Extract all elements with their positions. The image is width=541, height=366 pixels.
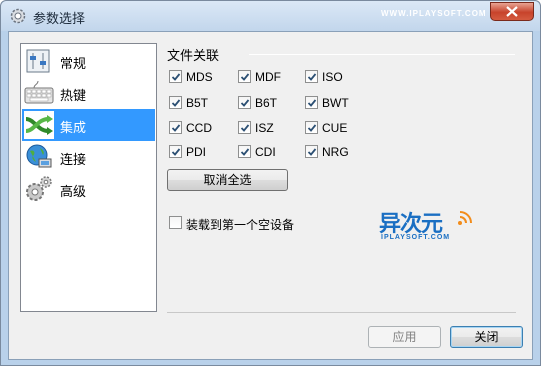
checkbox-label: B5T: [186, 96, 209, 110]
network-globe-icon: [26, 144, 52, 168]
sidebar-item-advanced[interactable]: 高级: [22, 173, 155, 205]
gears-icon: [26, 176, 52, 201]
integration-arrows-icon: [24, 111, 54, 139]
deselect-all-button[interactable]: 取消全选: [167, 169, 288, 191]
checkmark-icon: [240, 73, 250, 81]
checkbox-box[interactable]: [238, 70, 251, 83]
checkbox-label: MDF: [255, 70, 281, 84]
sidebar-item-general[interactable]: 常规: [22, 45, 155, 77]
checkbox-box[interactable]: [305, 121, 318, 134]
checkbox-label: B6T: [255, 96, 278, 110]
app-gear-icon: [10, 8, 26, 24]
title-bar[interactable]: 参数选择 WWW.IPLAYSOFT.COM: [1, 1, 540, 31]
checkbox-box[interactable]: [238, 121, 251, 134]
checkbox-label: MDS: [186, 70, 213, 84]
group-divider: [249, 54, 515, 55]
sidebar-item-connection[interactable]: 连接: [22, 141, 155, 173]
checkbox-box[interactable]: [169, 145, 182, 158]
checkmark-icon: [171, 148, 181, 156]
checkmark-icon: [171, 124, 181, 132]
sidebar-item-label: 集成: [60, 121, 87, 136]
checkmark-icon: [307, 148, 317, 156]
sidebar-item-integration[interactable]: 集成: [22, 109, 155, 141]
sidebar-item-label: 连接: [60, 153, 87, 168]
window-close-button[interactable]: [490, 2, 534, 21]
sidebar-item-label: 热键: [60, 89, 87, 104]
checkbox-box[interactable]: [169, 70, 182, 83]
checkmark-icon: [307, 124, 317, 132]
sidebar-item-label: 常规: [60, 57, 87, 72]
checkbox-box[interactable]: [305, 96, 318, 109]
checkbox-label: NRG: [322, 145, 349, 159]
dialog-client-area: 常规 热键 集成 连接 高级 文件关联 MDS MDF ISO B5T B6T …: [8, 31, 533, 360]
checkbox-box[interactable]: [238, 145, 251, 158]
checkbox-label: BWT: [322, 96, 349, 110]
wifi-signal-icon: [458, 211, 472, 225]
checkmark-icon: [240, 99, 250, 107]
preferences-window: 参数选择 WWW.IPLAYSOFT.COM 常规 热键 集成 连接 高级 文件…: [0, 0, 541, 366]
footer-divider: [167, 312, 516, 313]
sidebar-item-label: 高级: [60, 185, 87, 200]
checkbox-label: CCD: [186, 121, 212, 135]
apply-button[interactable]: 应用: [368, 326, 441, 348]
close-button[interactable]: 关闭: [450, 326, 523, 348]
checkmark-icon: [307, 73, 317, 81]
checkmark-icon: [307, 99, 317, 107]
close-icon: [506, 6, 518, 17]
checkbox-box[interactable]: [238, 96, 251, 109]
checkmark-icon: [240, 124, 250, 132]
checkbox-label: CUE: [322, 121, 348, 135]
logo-subtext: IPLAYSOFT.COM: [381, 234, 451, 241]
file-association-heading: 文件关联: [167, 49, 220, 64]
checkbox-label: 装载到第一个空设备: [186, 218, 295, 232]
watermark-text: WWW.IPLAYSOFT.COM: [381, 9, 487, 18]
checkmark-icon: [171, 99, 181, 107]
checkbox-box[interactable]: [305, 145, 318, 158]
iplaysoft-logo: 异次元 IPLAYSOFT.COM: [379, 206, 479, 246]
keyboard-icon: [24, 80, 54, 104]
sidebar-item-hotkeys[interactable]: 热键: [22, 77, 155, 109]
checkbox-box[interactable]: [169, 121, 182, 134]
checkbox-label: ISZ: [255, 121, 274, 135]
general-settings-icon: [26, 49, 50, 73]
window-title: 参数选择: [33, 12, 86, 27]
checkbox-box[interactable]: [169, 216, 182, 229]
category-list[interactable]: 常规 热键 集成 连接 高级: [20, 43, 157, 312]
checkmark-icon: [240, 148, 250, 156]
checkbox-box[interactable]: [305, 70, 318, 83]
checkbox-label: CDI: [255, 145, 276, 159]
checkbox-box[interactable]: [169, 96, 182, 109]
checkmark-icon: [171, 73, 181, 81]
checkbox-label: ISO: [322, 70, 343, 84]
checkbox-label: PDI: [186, 145, 207, 159]
